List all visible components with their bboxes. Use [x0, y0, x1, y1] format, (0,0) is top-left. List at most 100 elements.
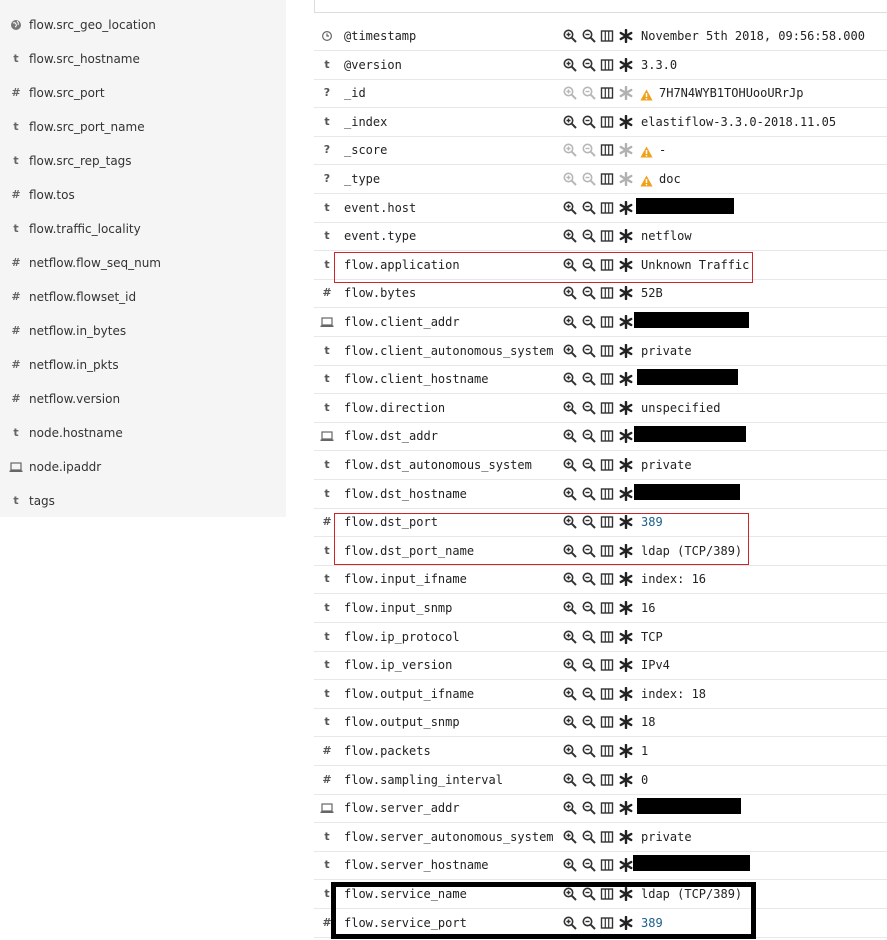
- zoom-in-icon[interactable]: [563, 630, 577, 644]
- asterisk-icon[interactable]: [619, 458, 633, 472]
- zoom-out-icon[interactable]: [582, 344, 596, 358]
- sidebar-field-item[interactable]: t tags: [0, 484, 286, 518]
- columns-icon[interactable]: [600, 858, 614, 872]
- columns-icon[interactable]: [600, 229, 614, 243]
- zoom-out-icon[interactable]: [582, 773, 596, 787]
- sidebar-field-item[interactable]: # netflow.in_bytes: [0, 314, 286, 348]
- asterisk-icon[interactable]: [619, 372, 633, 387]
- sidebar-field-item[interactable]: node.ipaddr: [0, 450, 286, 484]
- zoom-out-icon[interactable]: [582, 687, 596, 701]
- zoom-in-icon[interactable]: [563, 773, 577, 787]
- columns-icon[interactable]: [600, 401, 614, 415]
- sidebar-field-item[interactable]: t flow.src_hostname: [0, 42, 286, 76]
- zoom-in-icon[interactable]: [563, 487, 577, 501]
- zoom-in-icon[interactable]: [563, 29, 577, 43]
- columns-icon[interactable]: [600, 916, 614, 930]
- asterisk-icon[interactable]: [619, 429, 633, 444]
- sidebar-field-item[interactable]: # netflow.flow_seq_num: [0, 246, 286, 280]
- zoom-out-icon[interactable]: [582, 372, 596, 386]
- zoom-in-icon[interactable]: [563, 201, 577, 215]
- asterisk-icon[interactable]: [619, 887, 633, 901]
- asterisk-icon[interactable]: [619, 772, 633, 787]
- zoom-out-icon[interactable]: [582, 458, 596, 472]
- columns-icon[interactable]: [600, 372, 614, 386]
- asterisk-icon[interactable]: [619, 715, 633, 730]
- columns-icon[interactable]: [600, 601, 614, 615]
- zoom-out-icon[interactable]: [582, 858, 596, 873]
- columns-icon[interactable]: [600, 801, 614, 815]
- zoom-in-icon[interactable]: [563, 715, 577, 730]
- asterisk-icon[interactable]: [619, 114, 633, 129]
- columns-icon[interactable]: [600, 86, 614, 100]
- columns-icon[interactable]: [600, 201, 614, 215]
- zoom-out-icon[interactable]: [582, 630, 596, 644]
- columns-icon[interactable]: [600, 744, 614, 758]
- zoom-in-icon[interactable]: [563, 830, 577, 844]
- zoom-in-icon[interactable]: [563, 544, 577, 558]
- zoom-out-icon[interactable]: [582, 916, 596, 930]
- zoom-out-icon[interactable]: [582, 229, 596, 243]
- zoom-out-icon[interactable]: [582, 201, 596, 215]
- zoom-out-icon[interactable]: [582, 601, 596, 615]
- asterisk-icon[interactable]: [619, 915, 633, 930]
- columns-icon[interactable]: [600, 344, 614, 358]
- zoom-in-icon[interactable]: [563, 315, 577, 329]
- asterisk-icon[interactable]: [619, 486, 633, 501]
- columns-icon[interactable]: [600, 887, 614, 901]
- zoom-in-icon[interactable]: [563, 401, 577, 415]
- zoom-out-icon[interactable]: [582, 258, 596, 272]
- zoom-out-icon[interactable]: [582, 887, 596, 901]
- zoom-in-icon[interactable]: [563, 572, 577, 587]
- zoom-out-icon[interactable]: [582, 744, 596, 758]
- sidebar-field-item[interactable]: t flow.src_rep_tags: [0, 144, 286, 178]
- zoom-out-icon[interactable]: [582, 515, 596, 529]
- columns-icon[interactable]: [600, 258, 614, 272]
- zoom-in-icon[interactable]: [563, 858, 577, 873]
- columns-icon[interactable]: [600, 687, 614, 701]
- zoom-out-icon[interactable]: [582, 115, 596, 129]
- zoom-in-icon[interactable]: [563, 286, 577, 301]
- asterisk-icon[interactable]: [619, 858, 633, 873]
- asterisk-icon[interactable]: [619, 601, 633, 615]
- zoom-out-icon[interactable]: [582, 572, 596, 587]
- asterisk-icon[interactable]: [619, 658, 633, 673]
- sidebar-field-item[interactable]: # flow.tos: [0, 178, 286, 212]
- columns-icon[interactable]: [600, 315, 614, 329]
- zoom-out-icon[interactable]: [582, 715, 596, 730]
- zoom-in-icon[interactable]: [563, 458, 577, 472]
- columns-icon[interactable]: [600, 773, 614, 787]
- asterisk-icon[interactable]: [619, 57, 633, 72]
- columns-icon[interactable]: [600, 487, 614, 501]
- sidebar-field-item[interactable]: t flow.src_port_name: [0, 110, 286, 144]
- asterisk-icon[interactable]: [619, 257, 633, 272]
- columns-icon[interactable]: [600, 286, 614, 300]
- zoom-out-icon[interactable]: [582, 801, 596, 815]
- zoom-in-icon[interactable]: [563, 601, 577, 615]
- asterisk-icon[interactable]: [619, 572, 633, 587]
- zoom-in-icon[interactable]: [563, 887, 577, 901]
- asterisk-icon[interactable]: [619, 629, 633, 644]
- asterisk-icon[interactable]: [619, 286, 633, 301]
- zoom-in-icon[interactable]: [563, 429, 577, 444]
- zoom-in-icon[interactable]: [563, 344, 577, 358]
- zoom-out-icon[interactable]: [582, 830, 596, 844]
- columns-icon[interactable]: [600, 172, 614, 186]
- sidebar-field-item[interactable]: t node.hostname: [0, 416, 286, 450]
- asterisk-icon[interactable]: [619, 686, 633, 701]
- sidebar-field-item[interactable]: flow.src_geo_location: [0, 8, 286, 42]
- asterisk-icon[interactable]: [619, 200, 633, 215]
- columns-icon[interactable]: [600, 143, 614, 157]
- columns-icon[interactable]: [600, 115, 614, 129]
- asterisk-icon[interactable]: [619, 400, 633, 415]
- zoom-out-icon[interactable]: [582, 286, 596, 301]
- sidebar-field-item[interactable]: # netflow.in_pkts: [0, 348, 286, 382]
- sidebar-field-item[interactable]: t flow.traffic_locality: [0, 212, 286, 246]
- zoom-in-icon[interactable]: [563, 801, 577, 815]
- zoom-in-icon[interactable]: [563, 515, 577, 529]
- zoom-in-icon[interactable]: [563, 372, 577, 386]
- columns-icon[interactable]: [600, 715, 614, 729]
- zoom-out-icon[interactable]: [582, 315, 596, 329]
- columns-icon[interactable]: [600, 58, 614, 72]
- zoom-out-icon[interactable]: [582, 29, 596, 43]
- sidebar-field-item[interactable]: # netflow.version: [0, 382, 286, 416]
